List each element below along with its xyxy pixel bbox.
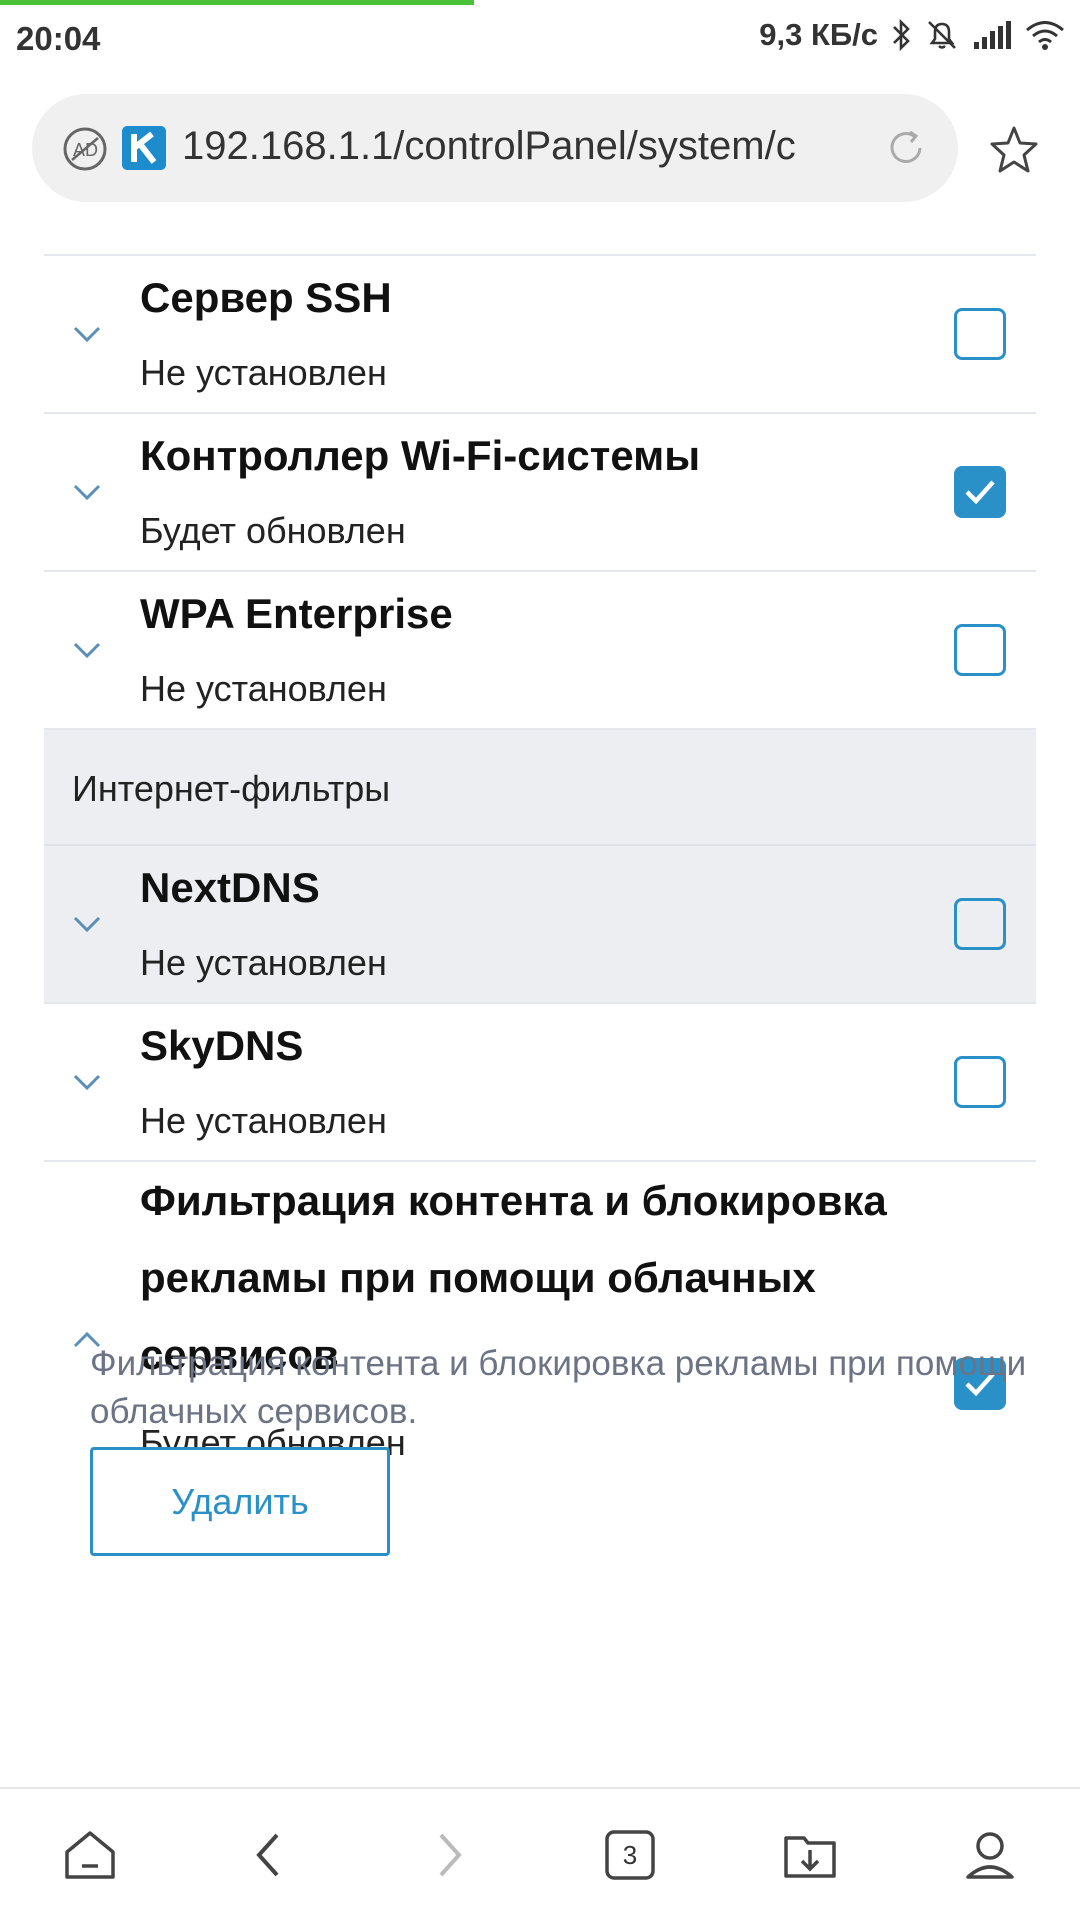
delete-button[interactable]: Удалить — [90, 1447, 390, 1556]
status-time: 20:04 — [16, 20, 101, 57]
component-title: Сервер SSH — [140, 274, 392, 321]
component-status: Не установлен — [140, 942, 387, 983]
network-speed: 9,3 КБ/с — [759, 17, 878, 52]
component-status: Будет обновлен — [140, 510, 406, 551]
component-checkbox[interactable] — [954, 308, 1006, 360]
component-status: Не установлен — [140, 668, 387, 709]
signal-icon — [972, 20, 1012, 50]
bookmark-star-icon[interactable] — [988, 124, 1040, 181]
component-status: Не установлен — [140, 352, 387, 393]
chevron-down-icon[interactable] — [72, 324, 102, 344]
component-row-nextdns[interactable]: NextDNS Не установлен — [44, 846, 1036, 1004]
chevron-down-icon[interactable] — [72, 1072, 102, 1092]
component-title: NextDNS — [140, 864, 320, 911]
component-row-wpa-enterprise[interactable]: WPA Enterprise Не установлен — [44, 572, 1036, 730]
component-checkbox[interactable] — [954, 624, 1006, 676]
component-row-skydns[interactable]: SkyDNS Не установлен — [44, 1004, 1036, 1162]
component-checkbox[interactable] — [954, 466, 1006, 518]
home-icon[interactable] — [60, 1825, 120, 1885]
status-icons: 9,3 КБ/с — [759, 17, 1066, 53]
component-title: SkyDNS — [140, 1022, 304, 1069]
component-description: Фильтрация контента и блокировка рекламы… — [90, 1344, 1027, 1431]
adblock-icon[interactable]: AD — [62, 126, 108, 177]
components-list: Сервер SSH Не установлен Контроллер Wi-F… — [44, 254, 1036, 1492]
chevron-down-icon[interactable] — [72, 914, 102, 934]
section-label: Интернет-фильтры — [72, 768, 391, 809]
chevron-down-icon[interactable] — [72, 640, 102, 660]
status-bar: 20:04 9,3 КБ/с — [0, 5, 1080, 67]
component-title: Контроллер Wi-Fi-системы — [140, 432, 701, 479]
component-status: Не установлен — [140, 1100, 387, 1141]
address-bar[interactable]: AD 192.168.1.1/controlPanel/system/c — [32, 94, 958, 202]
component-row-cloud-filtering[interactable]: Фильтрация контента и блокировка рекламы… — [44, 1162, 1036, 1492]
url-text[interactable]: 192.168.1.1/controlPanel/system/c — [182, 124, 862, 169]
component-row-wifi-controller[interactable]: Контроллер Wi-Fi-системы Будет обновлен — [44, 414, 1036, 572]
forward-icon[interactable] — [420, 1825, 480, 1885]
site-favicon-icon — [122, 126, 166, 170]
component-checkbox[interactable] — [954, 898, 1006, 950]
component-title: WPA Enterprise — [140, 590, 453, 637]
tabs-button[interactable]: 3 — [600, 1825, 660, 1885]
back-icon[interactable] — [238, 1825, 298, 1885]
browser-bottom-nav: 3 — [0, 1787, 1080, 1922]
reload-icon[interactable] — [884, 126, 928, 175]
chevron-down-icon[interactable] — [72, 482, 102, 502]
downloads-icon[interactable] — [780, 1825, 840, 1885]
wifi-icon — [1024, 19, 1066, 51]
silent-bell-icon — [924, 18, 960, 52]
checkmark-icon — [965, 480, 995, 505]
bluetooth-icon — [890, 18, 912, 52]
component-row-ssh[interactable]: Сервер SSH Не установлен — [44, 254, 1036, 414]
profile-icon[interactable] — [960, 1825, 1020, 1885]
component-checkbox[interactable] — [954, 1056, 1006, 1108]
section-header-internet-filters: Интернет-фильтры — [44, 730, 1036, 846]
